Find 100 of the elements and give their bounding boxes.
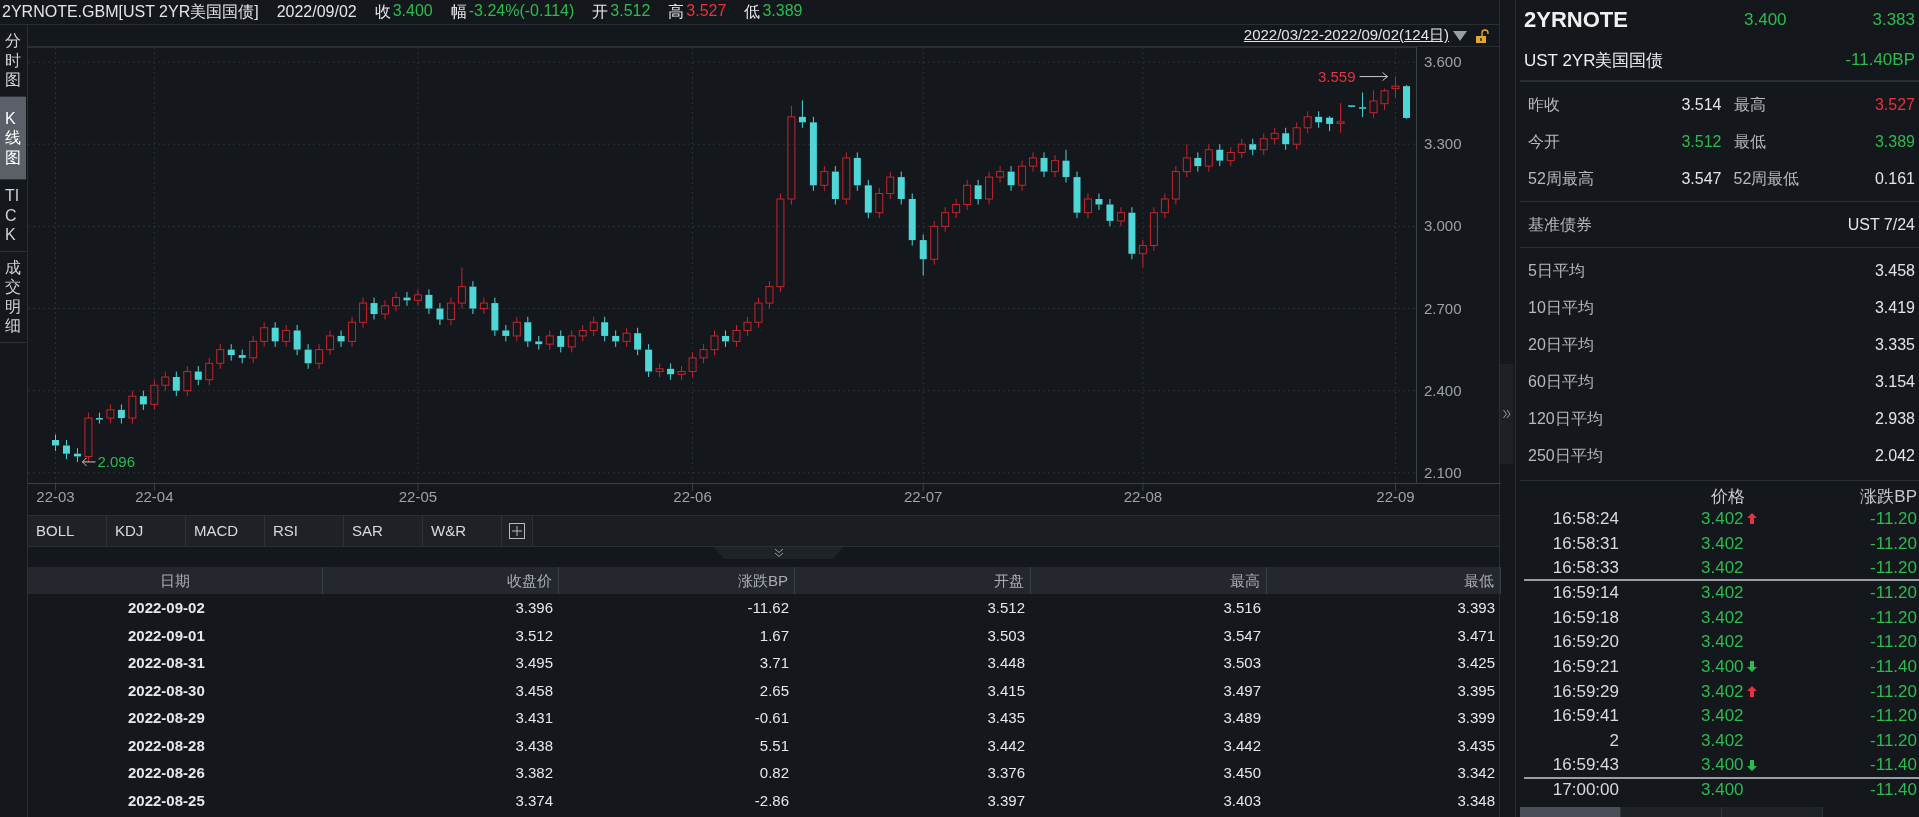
candle: [930, 220, 939, 266]
plus-icon: [509, 523, 525, 539]
panel-tab[interactable]: [1722, 807, 1823, 817]
stat-value: 3.514: [1681, 96, 1722, 113]
candle: [1237, 138, 1246, 159]
table-cell-text: 3.489: [1222, 709, 1262, 727]
candle: [446, 297, 455, 326]
table-cell-text: 3.399: [1456, 709, 1496, 727]
side-tab[interactable]: TICK: [0, 180, 26, 252]
stat-label: 5日平均: [1528, 261, 1586, 281]
column-header[interactable]: 开盘: [795, 567, 1031, 594]
column-header[interactable]: 日期: [28, 567, 323, 594]
candle: [381, 299, 389, 320]
stat-value: UST 7/24: [1847, 215, 1915, 235]
candle: [271, 321, 279, 348]
candle: [864, 179, 872, 219]
table-cell-text: 3.458: [514, 681, 554, 699]
column-header[interactable]: 最高: [1031, 567, 1267, 594]
table-cell-text: 2022-08-30: [127, 681, 206, 699]
candle: [139, 390, 147, 411]
indicator-tab[interactable]: SAR: [344, 516, 423, 546]
table-cell-text: -11.62: [746, 599, 790, 617]
panel-tab[interactable]: [1520, 807, 1621, 817]
stat-label: 20日平均: [1528, 335, 1595, 355]
price-value: 3.383: [1872, 10, 1915, 29]
candle: [1326, 115, 1334, 132]
candle: [667, 362, 675, 381]
candle: [1403, 84, 1410, 120]
column-header[interactable]: 收盘价: [323, 567, 559, 594]
table-cell-text: 3.442: [986, 736, 1026, 754]
table-cell-text: 2022-08-29: [127, 709, 206, 727]
side-tab[interactable]: 成交明细: [0, 251, 26, 343]
candle: [1095, 193, 1103, 211]
tick-price: 3.402: [1701, 582, 1744, 603]
tick-change: -11.20: [1870, 706, 1917, 726]
candle: [1051, 154, 1059, 178]
candle: [655, 362, 664, 378]
indicator-tab[interactable]: MACD: [186, 516, 265, 546]
candle: [63, 439, 70, 460]
tick-change: -11.20: [1870, 557, 1917, 577]
quote-label: 幅: [450, 1, 467, 22]
quote-label: 高: [668, 1, 685, 22]
column-header[interactable]: 最低: [1267, 567, 1501, 594]
tick-change: -11.20: [1870, 681, 1917, 701]
indicator-tab[interactable]: BOLL: [28, 516, 107, 546]
candle: [238, 349, 246, 364]
candle: [1391, 76, 1400, 98]
candle: [842, 151, 851, 205]
tick-price: 3.400: [1701, 656, 1744, 677]
expand-handle[interactable]: [1500, 363, 1513, 464]
candle: [1149, 206, 1158, 252]
candle: [194, 365, 202, 386]
tick-time: 16:59:43: [1552, 755, 1619, 775]
stat-value: 3.335: [1874, 335, 1915, 355]
candle: [963, 179, 972, 211]
chevron-icon: [773, 548, 784, 558]
indicator-tab[interactable]: RSI: [265, 516, 344, 546]
quote-value: 3.512: [610, 1, 651, 21]
candle: [1204, 143, 1213, 173]
unlocked-lock-icon[interactable]: [1475, 28, 1489, 43]
indicator-tab[interactable]: W&R: [423, 516, 502, 546]
table-cell-text: 3.450: [1222, 764, 1262, 782]
table-cell-text: 3.497: [1222, 681, 1262, 699]
candle: [359, 297, 368, 329]
table-cell-text: 3.431: [514, 709, 554, 727]
quote-value: -3.24%(-0.114): [468, 1, 575, 21]
add-button[interactable]: [502, 516, 533, 546]
change-value: -11.40BP: [1845, 50, 1915, 70]
tick-time: 17:00:00: [1552, 780, 1619, 800]
candle: [798, 99, 806, 129]
date-range-link[interactable]: 2022/03/22-2022/09/02(124日): [1243, 26, 1449, 45]
side-tab[interactable]: 分时图: [0, 25, 26, 97]
candle: [1073, 171, 1081, 219]
candle: [282, 324, 291, 348]
candle: [535, 335, 543, 351]
table-cell-text: 5.51: [758, 736, 790, 754]
axis-label: 22-03: [36, 488, 75, 505]
table-cell-text: 2022-08-28: [127, 736, 206, 754]
candle: [1282, 127, 1290, 151]
dropdown-icon[interactable]: [1453, 29, 1467, 42]
arrow-icon: [1359, 72, 1388, 82]
axis-label: 22-05: [398, 488, 438, 505]
tick-time: 16:59:20: [1552, 632, 1619, 652]
column-header[interactable]: 涨跌BP: [559, 567, 795, 594]
candle: [1348, 104, 1356, 108]
candle: [1018, 160, 1027, 192]
candle: [545, 329, 554, 351]
candle: [1062, 149, 1070, 184]
axis-label: 22-07: [904, 488, 943, 505]
tick-time: 16:58:31: [1552, 533, 1619, 553]
panel-tab[interactable]: [1621, 807, 1722, 817]
candle: [831, 165, 839, 205]
side-tab[interactable]: K线图: [0, 96, 26, 181]
tick-change: -11.20: [1870, 607, 1917, 627]
tick-price: 3.400: [1701, 755, 1744, 776]
candle: [897, 171, 905, 205]
indicator-tab[interactable]: KDJ: [107, 516, 186, 546]
candle: [1116, 206, 1125, 227]
tick-change: -11.20: [1870, 533, 1917, 553]
stat-label: 120日平均: [1528, 409, 1604, 429]
